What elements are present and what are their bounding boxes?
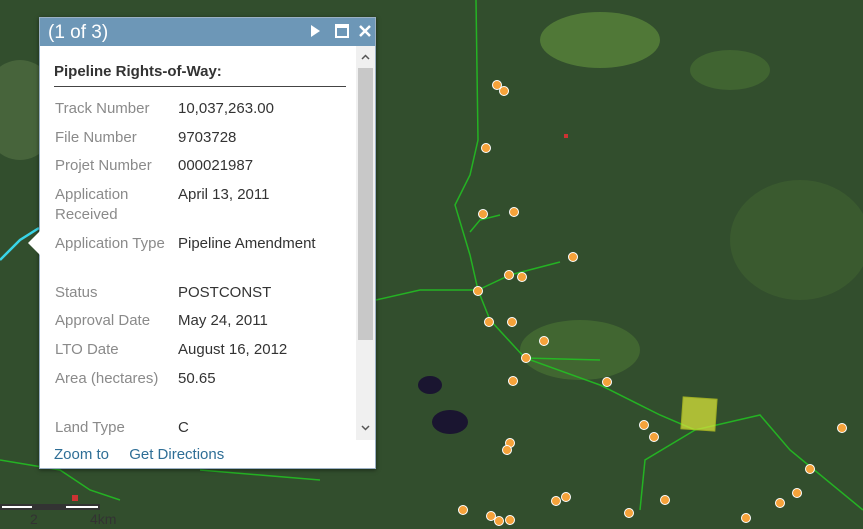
well-marker[interactable] bbox=[660, 495, 670, 505]
attribute-label: Projet Number bbox=[55, 157, 152, 174]
well-marker[interactable] bbox=[551, 496, 561, 506]
feature-popup: (1 of 3) Pipeline Rights-of-Way: Track N… bbox=[39, 17, 376, 469]
well-marker[interactable] bbox=[521, 353, 531, 363]
popup-counter: (1 of 3) bbox=[48, 22, 109, 43]
well-marker[interactable] bbox=[602, 377, 612, 387]
popup-pointer bbox=[28, 231, 40, 255]
scrollbar-thumb[interactable] bbox=[358, 68, 373, 340]
attribute-label: Application Received bbox=[55, 186, 129, 223]
well-marker[interactable] bbox=[539, 336, 549, 346]
maximize-icon[interactable] bbox=[333, 22, 351, 40]
well-marker[interactable] bbox=[504, 270, 514, 280]
popup-actions: Zoom to Get Directions bbox=[54, 446, 240, 463]
attribute-label: Area (hectares) bbox=[55, 370, 159, 387]
attribute-label: Track Number bbox=[55, 100, 150, 117]
well-marker[interactable] bbox=[741, 513, 751, 523]
zoom-to-link[interactable]: Zoom to bbox=[54, 446, 109, 463]
well-marker[interactable] bbox=[499, 86, 509, 96]
layer-title: Pipeline Rights-of-Way: bbox=[54, 63, 346, 87]
attribute-label: Approval Date bbox=[55, 312, 151, 329]
well-marker[interactable] bbox=[473, 286, 483, 296]
well-marker[interactable] bbox=[509, 207, 519, 217]
well-marker[interactable] bbox=[568, 252, 578, 262]
popup-content: Pipeline Rights-of-Way: Track Number 10,… bbox=[40, 46, 356, 440]
scale-bar bbox=[0, 504, 100, 510]
attribute-label: Application Type bbox=[55, 235, 165, 252]
attribute-value: C bbox=[178, 419, 189, 436]
attribute-label: Land Type bbox=[55, 419, 125, 436]
well-marker[interactable] bbox=[486, 511, 496, 521]
chevron-up-icon[interactable] bbox=[360, 52, 371, 63]
attribute-value: 000021987 bbox=[178, 157, 254, 174]
well-marker[interactable] bbox=[792, 488, 802, 498]
well-marker[interactable] bbox=[775, 498, 785, 508]
well-marker[interactable] bbox=[639, 420, 649, 430]
popup-header: (1 of 3) bbox=[40, 18, 375, 46]
close-icon[interactable] bbox=[356, 22, 374, 40]
well-marker[interactable] bbox=[481, 143, 491, 153]
attribute-value: 9703728 bbox=[178, 129, 237, 146]
well-marker[interactable] bbox=[507, 317, 517, 327]
scale-label: 4km bbox=[90, 511, 117, 527]
attribute-value: POSTCONST bbox=[178, 284, 272, 301]
next-feature-icon[interactable] bbox=[306, 22, 324, 40]
well-marker[interactable] bbox=[561, 492, 571, 502]
popup-scrollbar[interactable] bbox=[356, 46, 375, 440]
attribute-value: Pipeline Amendment bbox=[178, 235, 316, 252]
attribute-value: 10,037,263.00 bbox=[178, 100, 274, 117]
chevron-down-icon[interactable] bbox=[360, 422, 371, 433]
well-marker[interactable] bbox=[502, 445, 512, 455]
well-marker[interactable] bbox=[494, 516, 504, 526]
attribute-value: 50.65 bbox=[178, 370, 216, 387]
well-marker[interactable] bbox=[508, 376, 518, 386]
attribute-label: Status bbox=[55, 284, 98, 301]
well-marker[interactable] bbox=[484, 317, 494, 327]
well-marker[interactable] bbox=[624, 508, 634, 518]
well-marker[interactable] bbox=[478, 209, 488, 219]
attribute-value: April 13, 2011 bbox=[178, 186, 270, 203]
well-marker[interactable] bbox=[517, 272, 527, 282]
well-marker[interactable] bbox=[805, 464, 815, 474]
well-marker[interactable] bbox=[458, 505, 468, 515]
attribute-value: August 16, 2012 bbox=[178, 341, 288, 358]
attribute-value: May 24, 2011 bbox=[178, 312, 268, 329]
attribute-label: LTO Date bbox=[55, 341, 119, 358]
well-marker[interactable] bbox=[505, 515, 515, 525]
attribute-label: File Number bbox=[55, 129, 137, 146]
scale-label: 2 bbox=[30, 511, 38, 527]
get-directions-link[interactable]: Get Directions bbox=[129, 446, 224, 463]
well-marker[interactable] bbox=[649, 432, 659, 442]
well-marker[interactable] bbox=[837, 423, 847, 433]
